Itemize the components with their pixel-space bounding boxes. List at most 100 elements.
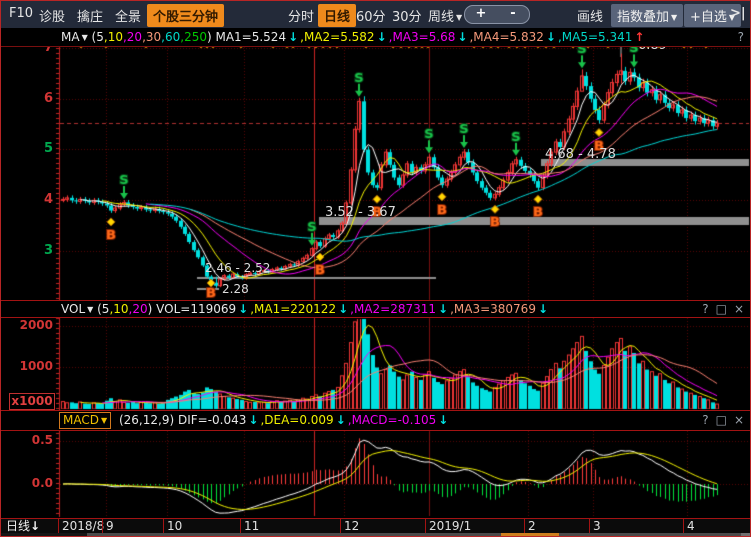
indicator-value: ,250: [180, 30, 207, 44]
ma-values: (5,10,20,30,60,250) MA1=5.524↓,MA2=5.582…: [92, 30, 647, 44]
date-separator: [240, 519, 241, 533]
indicator-value: ,MA3=380769: [450, 302, 536, 316]
price-axis-label: 3: [13, 243, 53, 258]
down-arrow-icon: ↓: [457, 30, 467, 44]
tab-60min[interactable]: 60分: [356, 6, 386, 25]
tab-30min[interactable]: 30分: [392, 6, 422, 25]
date-separator: [683, 519, 684, 533]
volume-unit-box: x1000: [9, 393, 55, 410]
chevron-down-icon: ▼: [101, 416, 107, 425]
price-annotation: 2.46 - 2.52: [205, 261, 270, 275]
macd-values: (26,12,9) DIF=-0.043↓,DEA=0.009↓,MACD=-0…: [119, 413, 450, 427]
date-separator: [524, 519, 525, 533]
down-arrow-icon: ↓: [336, 413, 346, 427]
date-tick: 4: [687, 519, 695, 533]
close-icon[interactable]: ×: [734, 413, 744, 427]
date-tick: 3: [593, 519, 601, 533]
volume-axis-label: 2000: [13, 318, 53, 332]
date-separator: [425, 519, 426, 533]
app-window: F10 诊股 擒庄 全景 个股三分钟 分时 日线 60分 30分 周线▼ 画线 …: [0, 0, 751, 537]
maximize-icon[interactable]: □: [716, 413, 727, 427]
indicator-value: ,10: [104, 30, 123, 44]
panorama-button[interactable]: 全景: [115, 6, 141, 25]
down-arrow-icon: ↓: [438, 413, 448, 427]
h-scrollbar-thumb[interactable]: [501, 533, 559, 537]
zoom-capsule: + -: [464, 5, 530, 24]
indicator-value: ,MA5=5.341: [558, 30, 632, 44]
date-tick: 11: [244, 519, 259, 533]
price-axis-label: 6: [13, 91, 53, 106]
date-axis: 日线↓ 2018/891011122019/1234: [1, 518, 750, 533]
indicator-value: (5: [92, 30, 104, 44]
close-icon[interactable]: ×: [734, 302, 744, 316]
down-arrow-icon: ↓: [238, 302, 248, 316]
indicator-value: ,30: [142, 30, 161, 44]
index-overlay-button[interactable]: 指数叠加▼: [611, 4, 683, 27]
stock-3min-button[interactable]: 个股三分钟: [147, 4, 224, 27]
tab-weekly-dropdown[interactable]: 周线▼: [428, 6, 462, 25]
indicator-value: (5: [97, 302, 109, 316]
zoom-out-button[interactable]: -: [497, 6, 529, 23]
date-separator: [589, 519, 590, 533]
chevron-down-icon: ▼: [671, 13, 677, 22]
h-scrollbar-left-gap: [1, 533, 87, 537]
draw-line-button[interactable]: 画线: [577, 6, 603, 25]
date-tick: 2: [528, 519, 536, 533]
macd-dropdown[interactable]: MACD▼: [59, 412, 111, 429]
indicator-value: ): [148, 302, 157, 316]
h-scrollbar-track[interactable]: [1, 533, 751, 537]
down-arrow-icon: ↓: [377, 30, 387, 44]
down-arrow-icon: ↓: [338, 302, 348, 316]
price-annotation: 4.68 - 4.78: [545, 147, 616, 162]
catch-banker-button[interactable]: 擒庄: [77, 6, 103, 25]
indicator-value: ,20: [123, 30, 142, 44]
maximize-icon[interactable]: □: [716, 302, 727, 316]
macd-indicator-header: MACD▼ (26,12,9) DIF=-0.043↓,DEA=0.009↓,M…: [1, 410, 750, 431]
price-axis-label: 5: [13, 141, 53, 156]
chevron-down-icon: ▼: [82, 33, 88, 42]
f10-button[interactable]: F10: [9, 6, 33, 21]
help-icon[interactable]: ?: [702, 302, 708, 316]
tab-intraday[interactable]: 分时: [288, 6, 314, 25]
up-arrow-icon: ↑: [634, 30, 644, 44]
date-tick: 12: [344, 519, 359, 533]
down-arrow-icon: ↓: [546, 30, 556, 44]
chart-canvas[interactable]: [1, 1, 751, 537]
date-separator: [102, 519, 103, 533]
price-annotation: 3.52 - 3.67: [325, 205, 396, 220]
tab-daily-active[interactable]: 日线: [318, 4, 356, 27]
help-icon[interactable]: ?: [702, 413, 708, 427]
indicator-value: ,MA1=220122: [250, 302, 336, 316]
down-arrow-icon: ↓: [30, 519, 40, 533]
help-icon[interactable]: ?: [738, 30, 744, 44]
h-scrollbar-right-cap: [741, 533, 751, 537]
zoom-in-button[interactable]: +: [465, 6, 497, 23]
vol-values: (5,10,20) VOL=119069↓,MA1=220122↓,MA2=28…: [97, 302, 550, 316]
date-tick: 10: [167, 519, 182, 533]
indicator-value: ,MACD=-0.105: [348, 413, 437, 427]
chevron-down-icon: ▼: [456, 13, 462, 22]
indicator-value: DIF=-0.043: [178, 413, 246, 427]
price-annotation: 2.28: [222, 282, 249, 296]
period-selector[interactable]: 日线↓: [6, 519, 40, 533]
indicator-value: ,MA3=5.68: [389, 30, 456, 44]
date-tick: 9: [106, 519, 114, 533]
volume-axis-label: 1000: [13, 359, 53, 373]
date-separator: [340, 519, 341, 533]
diagnose-stock-button[interactable]: 诊股: [39, 6, 65, 25]
chevron-down-icon: ▼: [87, 305, 93, 314]
macd-axis-label: 0.5: [13, 433, 53, 447]
date-tick: 2019/1: [429, 519, 471, 533]
indicator-value: ,MA4=5.832: [469, 30, 543, 44]
indicator-value: ,DEA=0.009: [260, 413, 333, 427]
indicator-value: MA1=5.524: [215, 30, 286, 44]
vol-dropdown[interactable]: VOL▼: [61, 302, 97, 316]
ma-indicator-header: MA▼ (5,10,20,30,60,250) MA1=5.524↓,MA2=5…: [1, 28, 750, 47]
date-separator: [58, 519, 59, 533]
down-arrow-icon: ↓: [288, 30, 298, 44]
ma-dropdown[interactable]: MA▼: [61, 30, 92, 44]
collapse-panel-icon[interactable]: >|: [730, 6, 746, 21]
top-toolbar: F10 诊股 擒庄 全景 个股三分钟 分时 日线 60分 30分 周线▼ 画线 …: [1, 1, 750, 29]
down-arrow-icon: ↓: [248, 413, 258, 427]
indicator-value: ,MA2=5.582: [300, 30, 374, 44]
